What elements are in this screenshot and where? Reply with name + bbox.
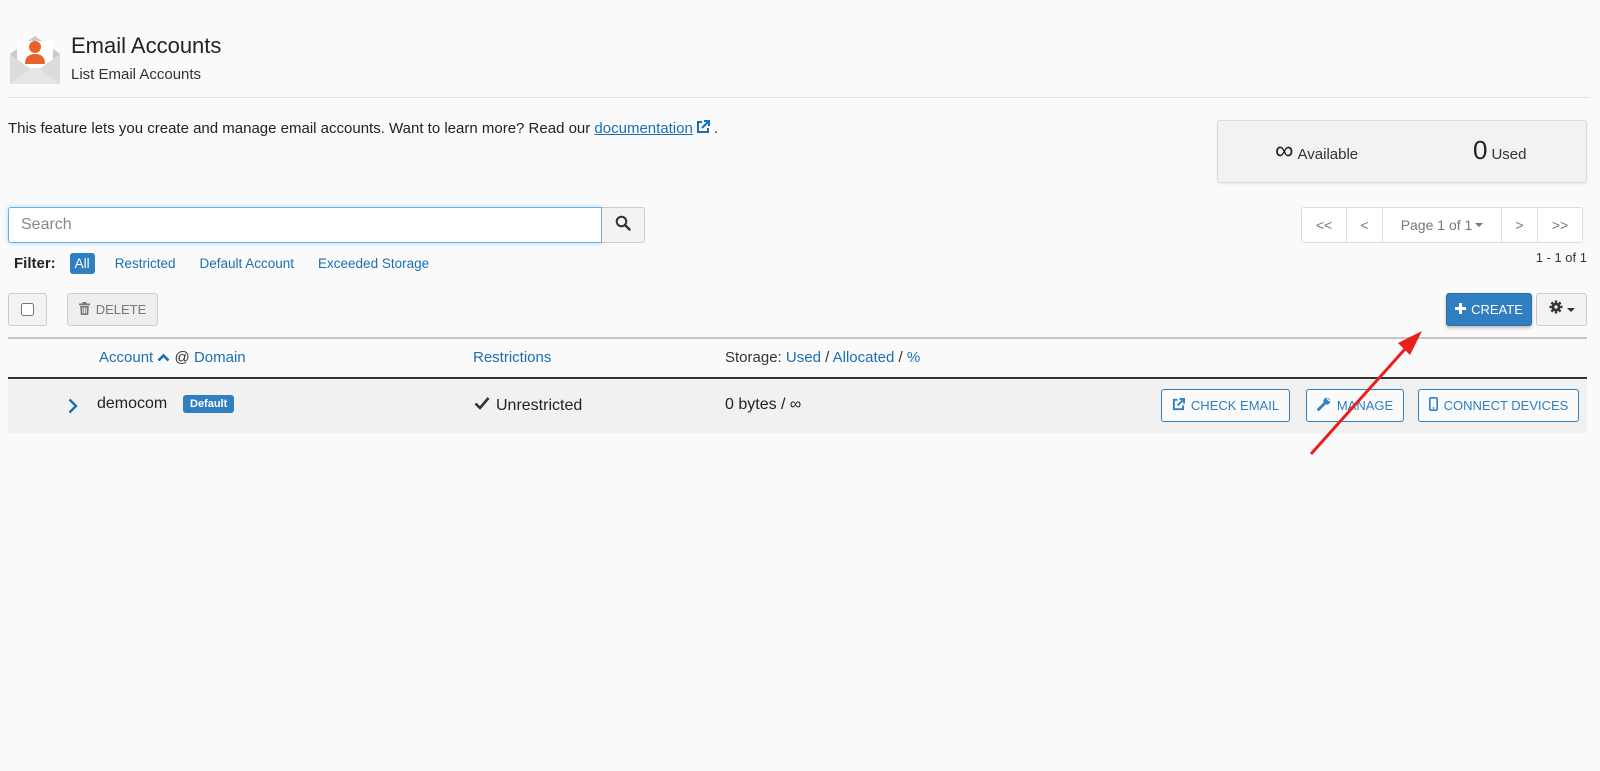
column-header-restrictions: Restrictions	[473, 349, 551, 366]
filter-all[interactable]: All	[69, 252, 95, 274]
at-sign: @	[174, 349, 190, 366]
next-page-button[interactable]: >	[1501, 207, 1538, 243]
filter-default-account[interactable]: Default Account	[199, 256, 294, 271]
trash-icon	[78, 301, 90, 318]
external-link-icon	[696, 120, 710, 134]
page-title: Email Accounts	[71, 33, 222, 58]
checkmark-icon	[474, 396, 490, 415]
default-badge: Default	[183, 395, 235, 413]
sort-percent-link[interactable]: %	[907, 349, 920, 366]
used-value: 0	[1473, 135, 1488, 165]
sort-account-label: Account	[99, 349, 154, 366]
sort-allocated-link[interactable]: Allocated	[833, 349, 895, 366]
page-select-label: Page 1 of 1	[1400, 217, 1473, 233]
mobile-phone-icon	[1428, 397, 1438, 414]
delete-button-label: DELETE	[95, 302, 147, 317]
restriction-label: Unrestricted	[496, 396, 583, 414]
settings-dropdown-button[interactable]	[1536, 293, 1587, 326]
documentation-link-label: documentation	[594, 120, 693, 137]
wrench-icon	[1316, 397, 1331, 414]
manage-button[interactable]: MANAGE	[1306, 389, 1404, 422]
delete-button[interactable]: DELETE	[67, 293, 158, 326]
header-divider	[8, 97, 1590, 98]
chevron-right-icon[interactable]	[66, 397, 80, 415]
sort-domain-link[interactable]: Domain	[194, 349, 246, 366]
intro-text: This feature lets you create and manage …	[8, 120, 718, 137]
column-header-account: Account @ Domain	[99, 349, 246, 366]
intro-text-after: .	[709, 120, 719, 137]
account-stats: ∞ Available 0 Used	[1217, 120, 1587, 183]
envelope-user-icon	[8, 32, 62, 86]
filter-exceeded-storage[interactable]: Exceeded Storage	[318, 256, 429, 271]
stat-used: 0 Used	[1473, 135, 1527, 166]
available-value: ∞	[1275, 135, 1294, 165]
connect-devices-button[interactable]: CONNECT DEVICES	[1418, 389, 1579, 422]
search-group	[8, 207, 645, 243]
page-subtitle: List Email Accounts	[71, 66, 202, 83]
last-page-button[interactable]: >>	[1537, 207, 1583, 243]
caret-down-icon	[1475, 223, 1484, 227]
caret-down-icon	[1566, 307, 1575, 312]
create-button[interactable]: CREATE	[1446, 293, 1532, 326]
available-label: Available	[1297, 146, 1359, 163]
gear-icon	[1549, 300, 1563, 319]
pagination: << < Page 1 of 1 > >>	[1301, 207, 1583, 243]
check-email-label: CHECK EMAIL	[1190, 398, 1280, 413]
table-top-border	[8, 337, 1587, 339]
filter-label: Filter:	[14, 254, 56, 272]
sort-ascending-icon	[157, 349, 170, 366]
first-page-button[interactable]: <<	[1301, 207, 1347, 243]
storage-header-separator: /	[825, 349, 830, 366]
results-range: 1 - 1 of 1	[1535, 250, 1587, 265]
column-header-storage: Storage: Used / Allocated / %	[725, 349, 920, 366]
sort-restrictions-link[interactable]: Restrictions	[473, 349, 551, 366]
storage-header-label: Storage:	[725, 349, 782, 366]
page-header: Email Accounts List Email Accounts	[8, 30, 1588, 86]
intro-text-before: This feature lets you create and manage …	[8, 120, 595, 137]
page-select[interactable]: Page 1 of 1	[1382, 207, 1502, 243]
storage-header-separator: /	[898, 349, 903, 366]
select-all-checkbox[interactable]	[21, 303, 34, 316]
search-input[interactable]	[8, 207, 602, 243]
filter-restricted[interactable]: Restricted	[115, 256, 176, 271]
documentation-link[interactable]: documentation	[594, 120, 710, 137]
connect-devices-label: CONNECT DEVICES	[1443, 398, 1569, 413]
search-icon	[615, 215, 631, 236]
storage-usage: 0 bytes / ∞	[725, 396, 802, 413]
search-button[interactable]	[602, 207, 645, 243]
sort-used-link[interactable]: Used	[786, 349, 821, 366]
restriction-status: Unrestricted	[474, 396, 582, 415]
select-all-wrapper	[8, 293, 47, 326]
plus-icon	[1455, 302, 1467, 317]
filter-bar: Filter: All Restricted Default Account E…	[14, 252, 453, 274]
check-email-button[interactable]: CHECK EMAIL	[1161, 389, 1290, 422]
account-name: democom	[97, 395, 168, 412]
stat-available: ∞ Available	[1275, 135, 1358, 166]
external-link-icon	[1172, 397, 1185, 414]
used-label: Used	[1491, 146, 1527, 163]
table-row: democom Default Unrestricted 0 bytes / ∞…	[8, 380, 1587, 433]
manage-label: MANAGE	[1336, 398, 1394, 413]
table-header-border	[8, 377, 1587, 379]
prev-page-button[interactable]: <	[1346, 207, 1383, 243]
sort-account-link[interactable]: Account	[99, 349, 170, 366]
create-button-label: CREATE	[1471, 302, 1523, 317]
